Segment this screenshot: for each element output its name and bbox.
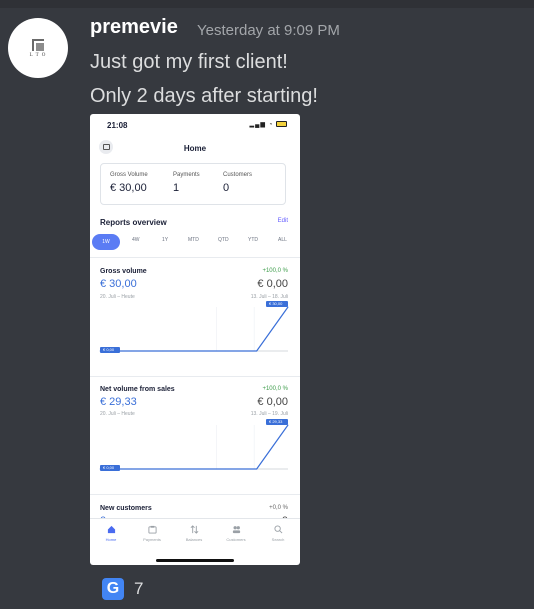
kpi-label: Customers xyxy=(223,172,253,178)
status-time: 21:08 xyxy=(107,121,128,130)
kpi-value: 0 xyxy=(223,182,230,194)
end-value-label: € 29,33 xyxy=(269,419,283,424)
range-1y[interactable]: 1Y xyxy=(162,237,168,243)
balances-icon xyxy=(190,525,198,534)
data-point xyxy=(162,350,164,352)
range-qtd[interactable]: QTD xyxy=(218,237,229,243)
kpi-value: 1 xyxy=(173,182,180,194)
net-date-previous: 13. Juli – 19. Juli xyxy=(250,411,288,417)
net-volume-chart[interactable]: € 0,00 € 29,33 xyxy=(98,419,292,479)
avatar[interactable]: L T O xyxy=(8,18,68,78)
range-selector: 1W 4W 1Y MTD QTD YTD ALL xyxy=(92,234,298,250)
range-1w[interactable]: 1W xyxy=(92,234,120,250)
timestamp: Yesterday at 9:09 PM xyxy=(197,22,340,39)
gross-date-current: 20. Juli – Heute xyxy=(100,294,135,300)
wifi-icon: ◔ xyxy=(268,122,274,128)
kpi-label: Gross Volume xyxy=(110,172,148,178)
data-point xyxy=(256,350,258,352)
logo-text: L T O xyxy=(29,52,47,58)
new-customers-title: New customers xyxy=(100,505,152,512)
kpi-card: Gross Volume € 30,00 Payments 1 Customer… xyxy=(100,163,286,205)
signal-icon: ▂▄▆ xyxy=(249,122,267,128)
reports-overview-title: Reports overview xyxy=(100,218,167,227)
series-line xyxy=(100,306,289,352)
customers-icon xyxy=(232,526,240,534)
username[interactable]: premevie xyxy=(90,16,178,39)
kpi-label: Payments xyxy=(173,172,200,178)
range-ytd[interactable]: YTD xyxy=(248,237,258,243)
battery-icon xyxy=(276,121,287,128)
gross-volume-title: Gross volume xyxy=(100,268,147,275)
gross-volume-compare: € 0,00 xyxy=(257,278,288,290)
range-mtd[interactable]: MTD xyxy=(188,237,199,243)
reaction-count: 7 xyxy=(134,579,144,598)
attachment-image[interactable]: 21:08 ▂▄▆ ◔ Home Gross Volume € 30,00 Pa… xyxy=(90,114,300,565)
data-point xyxy=(193,468,195,470)
data-point xyxy=(162,468,164,470)
tab-home[interactable]: Home xyxy=(91,525,131,542)
net-volume-change: +100,0 % xyxy=(262,386,288,392)
kpi-customers[interactable]: Customers 0 xyxy=(223,172,252,194)
new-customers-change: +0,0 % xyxy=(269,505,288,511)
gross-volume-change: +100,0 % xyxy=(262,268,288,274)
data-point xyxy=(224,350,226,352)
divider xyxy=(90,376,300,377)
divider xyxy=(90,494,300,495)
gross-volume-chart[interactable]: € 0,00 € 30,00 xyxy=(98,301,292,361)
start-value-label: € 0,00 xyxy=(103,347,115,352)
tab-label: Home xyxy=(105,537,117,542)
tab-label: Customers xyxy=(226,537,246,542)
reaction[interactable]: G 7 xyxy=(96,574,149,604)
tab-search[interactable]: Search xyxy=(258,525,298,542)
net-volume-title: Net volume from sales xyxy=(100,386,175,393)
net-volume-compare: € 0,00 xyxy=(257,396,288,408)
tab-label: Search xyxy=(271,537,285,542)
end-value-label: € 30,00 xyxy=(269,301,283,306)
tab-balances[interactable]: Balances xyxy=(174,525,214,542)
message-line: Just got my first client! xyxy=(90,51,288,73)
home-indicator xyxy=(156,559,234,562)
tab-label: Payments xyxy=(143,537,161,542)
data-point xyxy=(224,468,226,470)
net-date-current: 20. Juli – Heute xyxy=(100,411,135,417)
top-bar xyxy=(0,0,534,8)
screen-title: Home xyxy=(183,144,207,153)
data-point xyxy=(130,468,132,470)
message-line: Only 2 days after starting! xyxy=(90,85,318,107)
kpi-gross-volume[interactable]: Gross Volume € 30,00 xyxy=(110,172,148,194)
net-volume-value: € 29,33 xyxy=(100,396,137,408)
logo-icon xyxy=(32,38,44,51)
tab-label: Balances xyxy=(185,537,203,542)
data-point xyxy=(287,306,289,308)
data-point xyxy=(130,350,132,352)
search-icon xyxy=(273,525,282,534)
tab-payments[interactable]: Payments xyxy=(132,525,172,542)
data-point xyxy=(193,350,195,352)
edit-link[interactable]: Edit xyxy=(278,218,288,224)
gross-date-previous: 13. Juli – 18. Juli xyxy=(250,294,288,300)
kpi-payments[interactable]: Payments 1 xyxy=(173,172,200,194)
tab-customers[interactable]: Customers xyxy=(216,525,256,542)
range-all[interactable]: ALL xyxy=(278,237,287,243)
tab-bar: Home Payments Balances Customers Search xyxy=(90,518,300,551)
data-point xyxy=(287,424,289,426)
kpi-value: € 30,00 xyxy=(110,182,147,194)
payments-icon xyxy=(147,525,157,534)
status-icons: ▂▄▆ ◔ xyxy=(250,121,287,128)
data-point xyxy=(256,468,258,470)
google-emoji-icon: G xyxy=(102,578,124,600)
series-line xyxy=(100,424,289,470)
start-value-label: € 0,00 xyxy=(103,465,115,470)
divider xyxy=(90,257,300,258)
gross-volume-value: € 30,00 xyxy=(100,278,137,290)
home-icon xyxy=(107,525,115,534)
range-4w[interactable]: 4W xyxy=(132,237,140,243)
